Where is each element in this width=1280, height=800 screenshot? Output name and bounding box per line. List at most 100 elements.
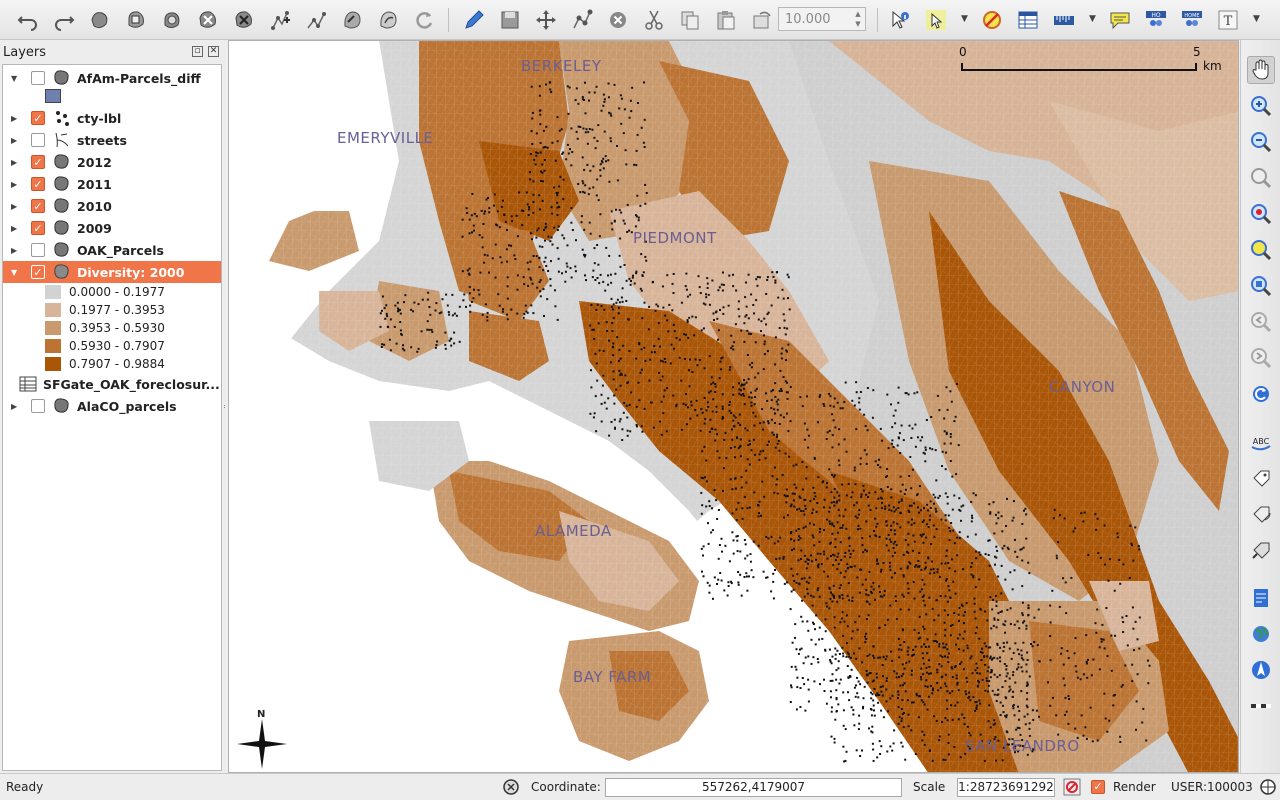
layer-item-2010[interactable]: ▶ ✓ 2010 <box>3 195 221 217</box>
collapse-arrow-icon[interactable]: ▼ <box>11 268 21 277</box>
foreclosure-point <box>907 592 910 595</box>
merge-icon[interactable] <box>302 6 330 34</box>
zoom-last-icon[interactable] <box>1247 308 1275 336</box>
layer-checkbox[interactable] <box>31 71 45 85</box>
foreclosure-point <box>665 430 668 433</box>
change-label-icon[interactable] <box>1247 536 1275 564</box>
new-print-layout-icon[interactable] <box>1247 584 1275 612</box>
crs-status-icon[interactable] <box>1259 778 1277 796</box>
foreclosure-point <box>879 686 882 688</box>
expand-arrow-icon[interactable]: ▶ <box>11 402 21 411</box>
zoom-native-icon[interactable] <box>1247 272 1275 300</box>
map-canvas[interactable]: BERKELEY EMERYVILLE PIEDMONT CANYON ALAM… <box>228 40 1239 773</box>
redo-icon[interactable] <box>50 6 78 34</box>
node-tool-icon[interactable] <box>122 6 150 34</box>
layer-checkbox[interactable]: ✓ <box>31 177 45 191</box>
float-panel-icon[interactable]: ▫ <box>192 46 203 57</box>
expand-arrow-icon[interactable]: ▶ <box>11 202 21 211</box>
zoom-layer-icon[interactable] <box>1247 236 1275 264</box>
layer-item-streets[interactable]: ▶ streets <box>3 129 221 151</box>
copy-icon[interactable] <box>676 6 704 34</box>
text-dropdown-icon[interactable]: ▼ <box>1253 14 1260 24</box>
measure-icon[interactable] <box>1050 6 1078 34</box>
coordinate-toggle-icon[interactable] <box>502 778 520 796</box>
zoom-selection-icon[interactable] <box>1247 200 1275 228</box>
simplify-icon[interactable] <box>158 6 186 34</box>
pan-hand-icon[interactable] <box>1247 56 1275 84</box>
scale-bar-tool-icon[interactable] <box>1247 692 1275 720</box>
save-edits-icon[interactable] <box>496 6 524 34</box>
move-label-icon[interactable] <box>1247 464 1275 492</box>
node-edit-icon[interactable] <box>568 6 596 34</box>
layer-item-oak-parcels[interactable]: ▶ OAK_Parcels <box>3 239 221 261</box>
undo-icon[interactable] <box>14 6 42 34</box>
zoom-full-icon[interactable] <box>1247 164 1275 192</box>
layer-item-2012[interactable]: ▶ ✓ 2012 <box>3 151 221 173</box>
layer-checkbox[interactable]: ✓ <box>31 265 45 279</box>
expand-arrow-icon[interactable]: ▶ <box>11 136 21 145</box>
close-panel-icon[interactable]: ✕ <box>208 46 219 57</box>
delete-ring-icon[interactable] <box>230 6 258 34</box>
deselect-icon[interactable] <box>978 6 1006 34</box>
expand-arrow-icon[interactable]: ▶ <box>11 158 21 167</box>
north-arrow-tool-icon[interactable] <box>1247 656 1275 684</box>
collapse-arrow-icon[interactable]: ▼ <box>11 74 21 83</box>
select-dropdown-icon[interactable]: ▼ <box>961 14 968 24</box>
layer-checkbox[interactable]: ✓ <box>31 199 45 213</box>
identify-icon[interactable] <box>886 6 914 34</box>
move-feature-icon[interactable] <box>532 6 560 34</box>
layer-item-alaco-parcels[interactable]: ▶ AlaCO_parcels <box>3 395 221 417</box>
zoom-in-icon[interactable] <box>1247 92 1275 120</box>
offset-icon[interactable] <box>338 6 366 34</box>
paste-icon[interactable] <box>712 6 740 34</box>
layer-item-2011[interactable]: ▶ ✓ 2011 <box>3 173 221 195</box>
globe-icon[interactable] <box>1247 620 1275 648</box>
render-checkbox[interactable]: ✓ <box>1091 780 1105 794</box>
select-icon[interactable] <box>922 6 950 34</box>
expand-arrow-icon[interactable]: ▶ <box>11 180 21 189</box>
foreclosure-point <box>1080 512 1083 515</box>
layer-checkbox[interactable] <box>31 399 45 413</box>
rotate-icon[interactable] <box>374 6 402 34</box>
map-tips-icon[interactable] <box>1106 6 1134 34</box>
zoom-out-icon[interactable] <box>1247 128 1275 156</box>
rotation-spin-icon[interactable]: ▲ ▼ <box>852 9 864 29</box>
label-tool-icon[interactable]: ABC <box>1247 428 1275 456</box>
foreclosure-point <box>722 306 725 309</box>
reshape-icon[interactable] <box>410 6 438 34</box>
layer-checkbox[interactable] <box>31 133 45 147</box>
crs-label[interactable]: USER:100003 <box>1171 780 1253 794</box>
zoom-next-icon[interactable] <box>1247 344 1275 372</box>
scale-field[interactable]: 1:28723691292 <box>957 778 1055 797</box>
layer-item-sfgate-foreclosures[interactable]: SFGate_OAK_foreclosur... <box>3 373 221 395</box>
stop-render-icon[interactable] <box>1063 778 1081 796</box>
cut-icon[interactable] <box>640 6 668 34</box>
layer-item-afam-parcels-diff[interactable]: ▼ AfAm-Parcels_diff <box>3 67 221 89</box>
edit-pencil-icon[interactable] <box>460 6 488 34</box>
layer-checkbox[interactable] <box>31 243 45 257</box>
delete-selected-icon[interactable] <box>604 6 632 34</box>
coordinate-field[interactable]: 557262,4179007 <box>605 778 902 797</box>
home-alt-icon[interactable]: HOME <box>1178 6 1206 34</box>
refresh-icon[interactable] <box>1247 380 1275 408</box>
foreclosure-point <box>684 403 687 406</box>
layer-item-2009[interactable]: ▶ ✓ 2009 <box>3 217 221 239</box>
expand-arrow-icon[interactable]: ▶ <box>11 114 21 123</box>
add-ring-icon[interactable] <box>194 6 222 34</box>
rotate-point-icon[interactable] <box>748 6 776 34</box>
layer-item-cty-lbl[interactable]: ▶ ✓ cty-lbl <box>3 107 221 129</box>
home-icon[interactable]: HO <box>1142 6 1170 34</box>
text-annotation-icon[interactable]: T <box>1214 6 1242 34</box>
foreclosure-point <box>861 749 863 752</box>
split-icon[interactable] <box>266 6 294 34</box>
expand-arrow-icon[interactable]: ▶ <box>11 246 21 255</box>
digitize-icon[interactable] <box>86 6 114 34</box>
layer-checkbox[interactable]: ✓ <box>31 155 45 169</box>
rotate-label-icon[interactable] <box>1247 500 1275 528</box>
layer-checkbox[interactable]: ✓ <box>31 221 45 235</box>
attribute-table-icon[interactable] <box>1014 6 1042 34</box>
measure-dropdown-icon[interactable]: ▼ <box>1089 14 1096 24</box>
layer-checkbox[interactable]: ✓ <box>31 111 45 125</box>
expand-arrow-icon[interactable]: ▶ <box>11 224 21 233</box>
layer-item-diversity-2000[interactable]: ▼ ✓ Diversity: 2000 <box>3 261 221 283</box>
